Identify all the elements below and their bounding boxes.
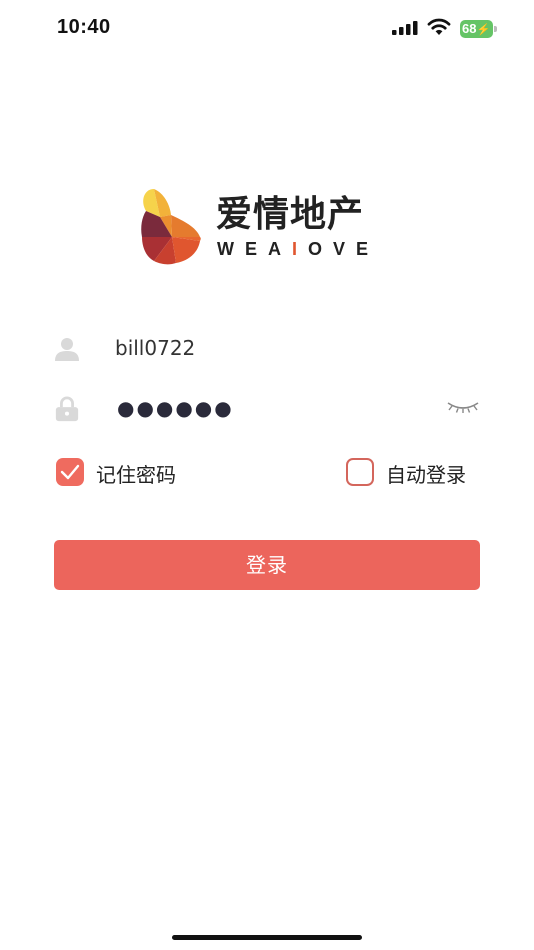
eye-closed-icon[interactable]	[446, 400, 480, 414]
username-field[interactable]: bill0722	[54, 330, 480, 370]
auto-login-label: 自动登录	[386, 463, 466, 487]
status-bar: 10:40 68⚡	[0, 0, 534, 58]
auto-login-checkbox[interactable]	[346, 458, 374, 486]
logo-mark-icon	[141, 189, 201, 265]
password-input[interactable]: ●●●●●●	[117, 396, 234, 420]
user-icon	[55, 338, 79, 361]
home-indicator[interactable]	[172, 935, 362, 940]
password-field[interactable]: ●●●●●●	[54, 390, 480, 430]
remember-password-checkbox[interactable]	[56, 458, 84, 486]
checkmark-icon	[60, 464, 80, 480]
brand-logo: 爱情地产 WEAIOVE	[140, 185, 390, 267]
status-time: 10:40	[57, 16, 111, 38]
wifi-icon	[427, 18, 451, 35]
battery-level: 68⚡	[460, 20, 493, 38]
battery-charging-icon: 68⚡	[460, 20, 498, 38]
cellular-signal-icon	[392, 21, 418, 35]
logo-subtitle: WEAIOVE	[217, 239, 380, 259]
logo-title: 爱情地产	[216, 194, 365, 235]
lock-icon	[55, 396, 79, 422]
login-button[interactable]: 登录	[54, 540, 480, 590]
username-input[interactable]: bill0722	[115, 336, 195, 360]
remember-password-label: 记住密码	[96, 463, 176, 487]
